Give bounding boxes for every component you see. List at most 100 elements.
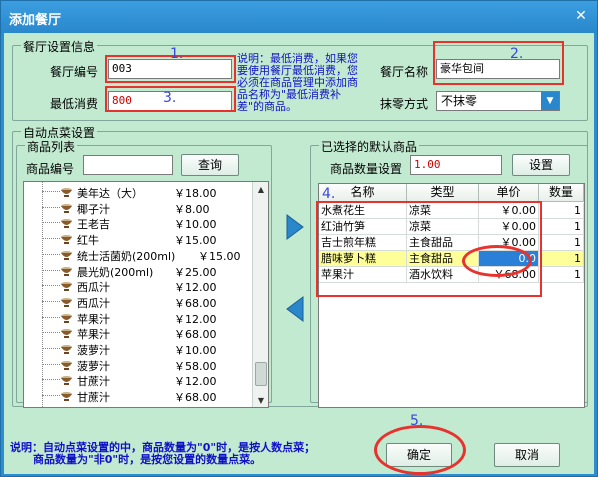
tree-connector xyxy=(42,363,60,365)
scroll-up-icon[interactable]: ▲ xyxy=(254,183,268,197)
product-list-item[interactable]: 甘蔗汁 ￥12.00 xyxy=(24,372,254,388)
tree-connector xyxy=(42,332,60,334)
tree-connector xyxy=(42,348,60,349)
rounding-label: 抹零方式 xyxy=(380,97,429,111)
product-list-item[interactable]: 苹果汁 ￥12.00 xyxy=(24,310,254,326)
annotation-label-5: 5. xyxy=(410,413,424,429)
product-name: 美年达（大） xyxy=(77,187,143,200)
cell-qty: 1 xyxy=(539,267,584,283)
product-list-item[interactable]: 晨光奶(200ml) ￥25.00 xyxy=(24,263,254,279)
dish-icon xyxy=(61,313,72,323)
cell-qty: 1 xyxy=(539,203,584,219)
close-icon[interactable]: ✕ xyxy=(573,8,589,24)
product-list-item[interactable]: 西瓜汁 ￥12.00 xyxy=(24,278,254,294)
annotation-label-2: 2. xyxy=(510,46,524,62)
dish-icon xyxy=(61,329,72,339)
product-price: ￥10.00 xyxy=(174,218,217,232)
dish-icon xyxy=(61,188,72,197)
cancel-button[interactable]: 取消 xyxy=(494,443,560,467)
product-price: ￥68.00 xyxy=(174,296,217,310)
annotation-label-4: 4. xyxy=(322,186,336,202)
dish-icon xyxy=(61,235,72,245)
restaurant-name-label: 餐厅名称 xyxy=(380,65,429,79)
product-price: ￥18.00 xyxy=(174,187,217,200)
product-code-field[interactable] xyxy=(83,155,173,175)
product-list-scrollbar[interactable]: ▲ ▼ xyxy=(252,182,268,407)
cell-qty: 1 xyxy=(539,219,584,235)
qty-setting-field[interactable]: 1.00 xyxy=(410,155,502,175)
tree-connector xyxy=(42,222,60,224)
col-header-qty[interactable]: 数量 xyxy=(539,184,584,202)
dialog-body: 餐厅设置信息 餐厅编号 003 最低消费 800 说明：最低消费，如果您 要使用… xyxy=(4,33,594,475)
dish-icon xyxy=(61,297,72,307)
product-name: 红牛 xyxy=(77,234,99,248)
tree-connector xyxy=(42,253,60,255)
tree-connector xyxy=(42,191,60,192)
product-price: ￥10.00 xyxy=(174,344,217,357)
dish-icon xyxy=(61,345,72,354)
product-list-item[interactable]: 王老吉 ￥10.00 xyxy=(24,215,254,231)
product-list-label: 商品列表 xyxy=(25,138,78,155)
product-list-item[interactable]: 菠萝汁 ￥10.00 xyxy=(24,341,254,357)
product-price: ￥12.00 xyxy=(174,312,217,326)
product-list-item[interactable]: 甘蔗汁 ￥68.00 xyxy=(24,388,254,404)
tree-connector xyxy=(42,316,60,318)
search-button[interactable]: 查询 xyxy=(181,154,239,176)
product-name: 甘蔗汁 xyxy=(77,391,110,405)
cell-qty: 1 xyxy=(539,251,584,267)
footer-note: 说明：自动点菜设置的中，商品数量为"0"时，是按人数点菜； 商品数量为"非0"时… xyxy=(10,441,316,466)
dish-icon xyxy=(61,360,72,370)
product-price: ￥12.00 xyxy=(174,375,217,389)
set-button[interactable]: 设置 xyxy=(512,154,570,176)
product-name: 甘蔗汁 xyxy=(77,375,110,389)
col-header-price[interactable]: 单价 xyxy=(479,184,539,202)
title-bar[interactable]: 添加餐厅 ✕ xyxy=(1,1,597,33)
dish-icon xyxy=(61,219,72,229)
tree-connector xyxy=(42,238,60,240)
product-list-item[interactable]: 红牛 ￥15.00 xyxy=(24,231,254,247)
add-restaurant-dialog: 添加餐厅 ✕ 餐厅设置信息 餐厅编号 003 最低消费 800 说明：最低消费，… xyxy=(0,0,598,477)
annotation-label-3: 3. xyxy=(163,90,177,106)
product-list-item[interactable]: 美年达（大） ￥18.00 xyxy=(24,184,254,200)
tree-connector xyxy=(42,379,60,381)
tree-connector xyxy=(42,206,60,208)
product-list-item[interactable]: 统士活菌奶(200ml) ￥15.00 xyxy=(24,247,254,263)
product-price: ￥68.00 xyxy=(174,391,217,405)
product-tree: 美年达（大） ￥18.00 椰子汁 ￥8.00 王老吉 ￥10.00 红牛 ￥15.00 统士活… xyxy=(23,181,269,408)
product-name: 菠萝汁 xyxy=(77,344,110,357)
add-to-selected-arrow-icon[interactable] xyxy=(284,213,306,241)
product-list-item[interactable]: 菠萝汁 ￥58.00 xyxy=(24,357,254,373)
product-name: 西瓜汁 xyxy=(77,296,110,310)
dish-icon xyxy=(61,392,72,402)
scroll-thumb[interactable] xyxy=(255,362,267,386)
dish-icon xyxy=(61,203,72,213)
remove-from-selected-arrow-icon[interactable] xyxy=(284,295,306,323)
cell-qty: 1 xyxy=(539,235,584,251)
min-spend-label: 最低消费 xyxy=(50,97,99,111)
product-name: 椰子汁 xyxy=(77,202,110,216)
qty-setting-label: 商品数量设置 xyxy=(330,162,403,176)
product-price: ￥12.00 xyxy=(174,281,217,295)
restaurant-settings-label: 餐厅设置信息 xyxy=(21,38,98,55)
tree-connector xyxy=(42,300,60,302)
product-list-item[interactable]: 苹果汁 ￥68.00 xyxy=(24,325,254,341)
product-name: 菠萝汁 xyxy=(77,359,110,373)
product-price: ￥68.00 xyxy=(174,328,217,342)
product-list-item[interactable]: 椰子汁 ￥8.00 xyxy=(24,200,254,216)
product-list-item[interactable]: 西瓜汁 ￥68.00 xyxy=(24,294,254,310)
dish-icon xyxy=(61,266,72,276)
window-title: 添加餐厅 xyxy=(9,13,62,28)
chevron-down-icon[interactable]: ▼ xyxy=(541,92,559,110)
tree-connector xyxy=(42,395,60,397)
tree-connector xyxy=(42,285,60,287)
selected-products-label: 已选择的默认商品 xyxy=(319,138,420,155)
product-price: ￥25.00 xyxy=(174,265,217,279)
restaurant-id-label: 餐厅编号 xyxy=(50,65,99,79)
col-header-type[interactable]: 类型 xyxy=(407,184,479,202)
scroll-down-icon[interactable]: ▼ xyxy=(254,394,268,407)
rounding-value: 不抹零 xyxy=(441,94,478,108)
min-spend-note: 说明：最低消费，如果您 要使用餐厅最低消费，您 必须在商品管理中添加商 品名称为… xyxy=(237,52,358,113)
product-price: ￥8.00 xyxy=(174,202,210,216)
rounding-select[interactable]: 不抹零 ▼ xyxy=(436,91,560,111)
annotation-oval-ok xyxy=(374,425,466,475)
